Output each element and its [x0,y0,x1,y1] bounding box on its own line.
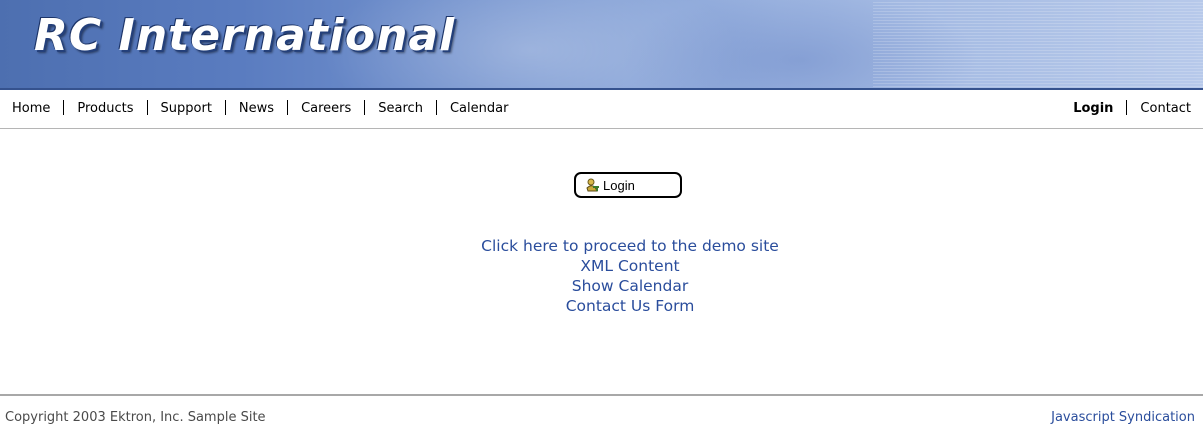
nav-search[interactable]: Search [378,101,423,116]
contact-form-link[interactable]: Contact Us Form [0,296,1203,316]
copyright-text: Copyright 2003 Ektron, Inc. Sample Site [5,410,266,425]
show-calendar-link[interactable]: Show Calendar [0,276,1203,296]
nav-home[interactable]: Home [12,101,50,116]
demo-site-link[interactable]: Click here to proceed to the demo site [0,236,1203,256]
nav-right-group: Login Contact [1073,100,1191,116]
site-logo[interactable]: RC International [34,10,455,61]
nav-careers[interactable]: Careers [301,101,351,116]
login-button-label: Login [603,177,635,193]
javascript-syndication-link[interactable]: Javascript Syndication [1051,410,1195,425]
login-button[interactable]: Login [574,172,682,198]
nav-separator [146,100,148,115]
nav-products[interactable]: Products [77,101,133,116]
nav-login[interactable]: Login [1073,101,1113,116]
top-navigation: Home Products Support News Careers Search Cale… [0,90,1203,124]
xml-content-link[interactable]: XML Content [0,256,1203,276]
nav-divider [0,128,1203,129]
nav-separator [1126,100,1128,115]
nav-separator [287,100,289,115]
content-links: Click here to proceed to the demo site X… [0,236,1203,316]
nav-separator [224,100,226,115]
nav-news[interactable]: News [239,101,274,116]
key-icon [584,177,600,193]
nav-contact[interactable]: Contact [1140,101,1191,116]
nav-separator [364,100,366,115]
nav-calendar[interactable]: Calendar [450,101,508,116]
nav-separator [63,100,65,115]
nav-support[interactable]: Support [161,101,212,116]
site-banner: RC International [0,0,1203,90]
footer-divider [0,394,1203,396]
nav-separator [435,100,437,115]
nav-left-group: Home Products Support News Careers Search Cale… [12,100,508,116]
banner-stripes [873,0,1203,90]
